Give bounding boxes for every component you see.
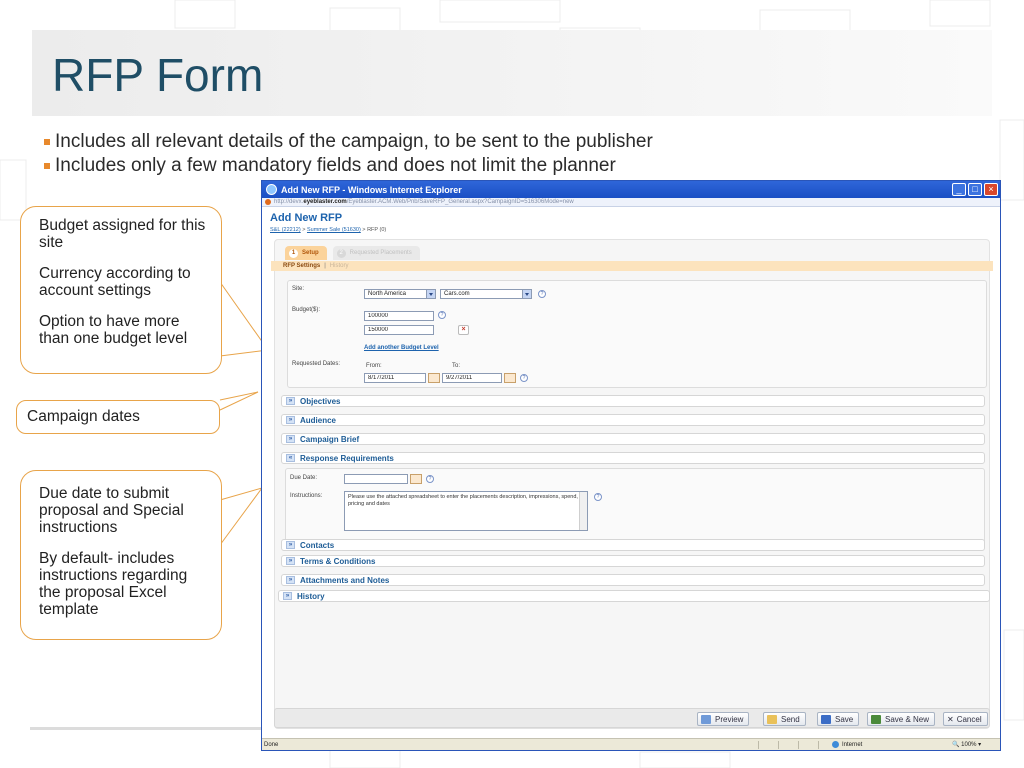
expand-icon: » (283, 592, 292, 600)
send-icon (767, 714, 777, 724)
address-bar[interactable]: http://devx. eyeblaster.com/Eyeblaster.AC… (262, 198, 1000, 207)
window-title: Add New RFP - Windows Internet Explorer (281, 184, 462, 195)
action-bar: Preview Send Save Save & New ✕ Cancel (274, 708, 990, 728)
bullet-item: Includes only a few mandatory fields and… (44, 154, 653, 178)
site-select[interactable]: Cars.com (440, 289, 532, 299)
instructions-textarea[interactable]: Please use the attached spreadsheet to e… (344, 491, 588, 531)
textarea-scrollbar[interactable] (579, 492, 587, 530)
save-button[interactable]: Save (817, 712, 860, 726)
expand-icon: » (286, 435, 295, 443)
help-icon[interactable]: ? (594, 493, 602, 501)
remove-budget-button[interactable]: × (458, 325, 469, 335)
calendar-icon[interactable] (428, 373, 440, 383)
subtab-history[interactable]: History (330, 263, 349, 269)
region-select[interactable]: North America (364, 289, 436, 299)
rfp-panel: 1 Setup 2 Requested Placements RFP Setting… (271, 239, 993, 729)
help-icon[interactable]: ? (438, 311, 446, 319)
section-history[interactable]: » History (278, 590, 990, 602)
close-icon: ✕ (947, 714, 954, 724)
expand-icon: » (286, 557, 295, 565)
preview-icon (701, 714, 711, 724)
step-requested-placements[interactable]: 2 Requested Placements (332, 246, 420, 260)
breadcrumb: S&L (22212) > Summer Sale (51630) > RFP … (270, 227, 387, 233)
breadcrumb-account-link[interactable]: S&L (22212) (270, 227, 301, 233)
from-label: From: (366, 363, 382, 369)
section-terms-conditions[interactable]: » Terms & Conditions (281, 555, 985, 567)
bullet-square-icon (44, 163, 50, 169)
expand-icon: » (286, 576, 295, 584)
section-audience[interactable]: » Audience (281, 414, 985, 426)
due-date-input[interactable] (344, 474, 408, 484)
cancel-button[interactable]: ✕ Cancel (943, 712, 988, 726)
chevron-down-icon (426, 290, 435, 298)
breadcrumb-campaign-link[interactable]: Summer Sale (51630) (307, 227, 361, 233)
calendar-icon[interactable] (504, 373, 516, 383)
response-fieldset: Due Date: ? Instructions: Please use the… (285, 468, 985, 544)
status-bar: Done Internet 🔍 100% ▾ (262, 738, 1000, 750)
save-new-icon (871, 714, 881, 724)
maximize-button[interactable]: □ (968, 183, 982, 196)
save-and-new-button[interactable]: Save & New (867, 712, 936, 726)
help-icon[interactable]: ? (426, 475, 434, 483)
budget-input-2[interactable] (364, 325, 434, 335)
chevron-down-icon (522, 290, 531, 298)
callout-dates: Campaign dates (16, 400, 220, 434)
budget-input-1[interactable] (364, 311, 434, 321)
callout-due-date: Due date to submit proposal and Special … (20, 470, 222, 640)
to-label: To: (452, 363, 461, 369)
browser-window: Add New RFP - Windows Internet Explorer … (261, 180, 1001, 751)
bullet-list: Includes all relevant details of the cam… (44, 130, 653, 178)
budget-label: Budget($): (292, 307, 321, 313)
footer-line (30, 727, 262, 730)
window-titlebar[interactable]: Add New RFP - Windows Internet Explorer … (262, 181, 1000, 198)
expand-icon: » (286, 416, 295, 424)
breadcrumb-current: RFP (0) (367, 227, 387, 233)
callout-budget: Budget assigned for this site Currency a… (20, 206, 222, 374)
page-content: Add New RFP S&L (22212) > Summer Sale (5… (270, 209, 993, 729)
expand-icon: » (286, 541, 295, 549)
step-setup[interactable]: 1 Setup (285, 246, 327, 260)
requested-dates-label: Requested Dates: (292, 361, 341, 367)
subtab-strip: RFP Settings | History (271, 261, 993, 271)
status-text: Done (264, 741, 279, 748)
due-date-label: Due Date: (290, 475, 318, 481)
from-date-input[interactable] (364, 373, 426, 383)
bullet-square-icon (44, 139, 50, 145)
preview-button[interactable]: Preview (697, 712, 750, 726)
section-objectives[interactable]: » Objectives (281, 395, 985, 407)
help-icon[interactable]: ? (520, 374, 528, 382)
site-label: Site: (292, 286, 305, 292)
calendar-icon[interactable] (410, 474, 422, 484)
page-title: Add New RFP (270, 212, 343, 224)
subtab-rfp-settings[interactable]: RFP Settings (283, 263, 320, 269)
section-campaign-brief[interactable]: » Campaign Brief (281, 433, 985, 445)
instructions-label: Instructions: (290, 493, 323, 499)
send-button[interactable]: Send (763, 712, 806, 726)
save-icon (821, 714, 831, 724)
add-budget-level-link[interactable]: Add another Budget Level (364, 345, 439, 351)
settings-fieldset: Site: North America Cars.com ? Budget($)… (287, 280, 987, 388)
collapse-icon: « (286, 454, 295, 462)
minimize-button[interactable]: _ (952, 183, 966, 196)
security-zone: Internet (832, 741, 862, 748)
to-date-input[interactable] (442, 373, 502, 383)
help-icon[interactable]: ? (538, 290, 546, 298)
zoom-level[interactable]: 🔍 100% ▾ (952, 741, 981, 748)
bullet-item: Includes all relevant details of the cam… (44, 130, 653, 154)
expand-icon: » (286, 397, 295, 405)
wizard-steps: 1 Setup 2 Requested Placements (285, 246, 420, 260)
section-response-requirements[interactable]: «Response Requirements (281, 452, 985, 464)
slide-title: RFP Form (52, 49, 264, 101)
section-contacts[interactable]: » Contacts (281, 539, 985, 551)
ie-icon (266, 184, 277, 195)
globe-icon (832, 741, 839, 748)
page-icon (265, 199, 271, 205)
close-window-button[interactable]: × (984, 183, 998, 196)
section-attachments-notes[interactable]: » Attachments and Notes (281, 574, 985, 586)
